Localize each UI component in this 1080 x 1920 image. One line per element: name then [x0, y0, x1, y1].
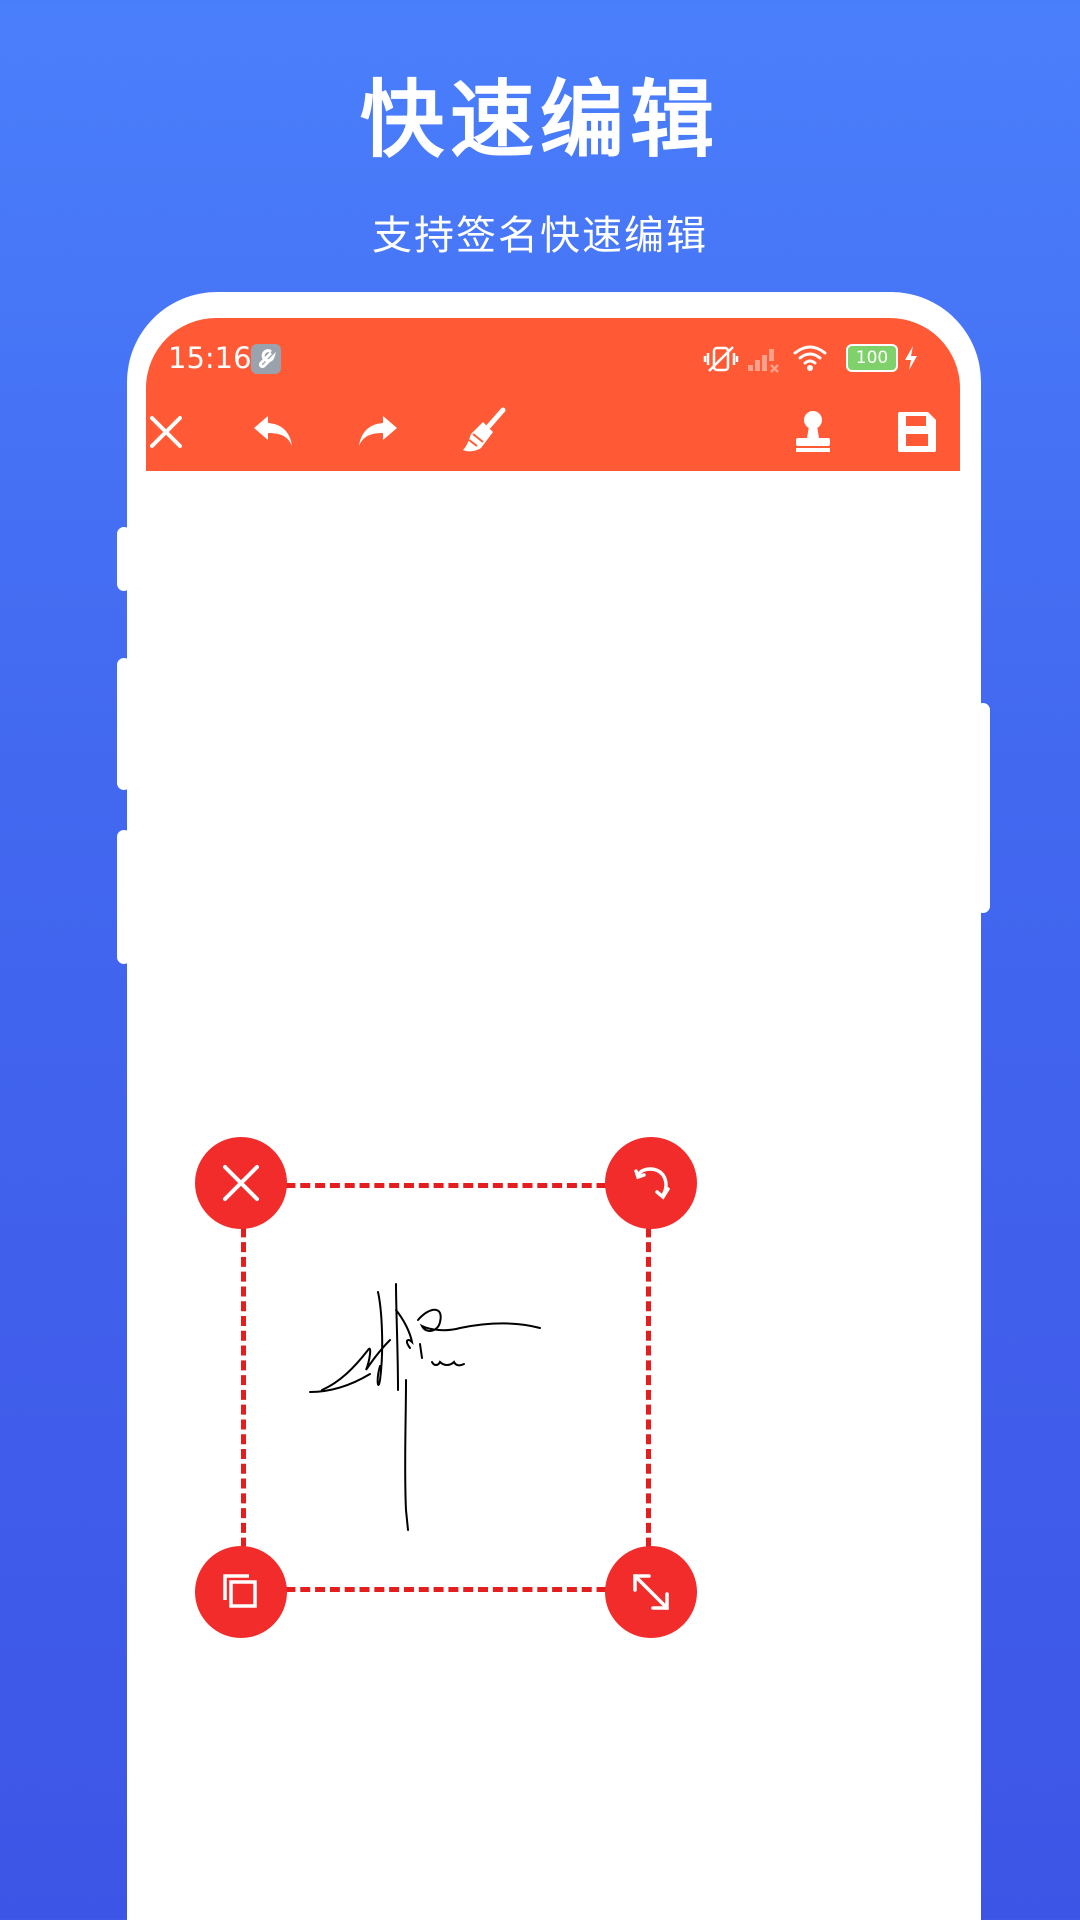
- app-toolbar: 15:16 100: [146, 318, 960, 471]
- copy-icon: [223, 1574, 257, 1608]
- stamp-icon[interactable]: [788, 406, 838, 456]
- phone-side-button: [976, 703, 990, 913]
- rotate-handle[interactable]: [605, 1137, 697, 1229]
- undo-icon[interactable]: [248, 406, 298, 456]
- redo-icon[interactable]: [353, 406, 403, 456]
- status-time: 15:16: [168, 341, 252, 375]
- battery-icon: 100: [846, 344, 898, 372]
- page-title: 快速编辑: [359, 71, 720, 169]
- delete-icon: [223, 1165, 259, 1201]
- phone-side-button: [117, 658, 131, 790]
- vibrate-off-icon: [703, 346, 739, 372]
- rotate-icon: [634, 1167, 670, 1200]
- save-icon[interactable]: [892, 406, 942, 456]
- charging-icon: [905, 346, 917, 370]
- signal-icon: [748, 349, 779, 373]
- wrench-icon: [251, 344, 281, 374]
- phone-side-button: [117, 830, 131, 964]
- selection-frame[interactable]: [241, 1183, 651, 1592]
- phone-side-button: [117, 527, 131, 591]
- broom-icon[interactable]: [459, 406, 509, 456]
- page-subtitle: 支持签名快速编辑: [372, 213, 708, 259]
- wifi-icon: [793, 345, 827, 371]
- resize-handle[interactable]: [605, 1546, 697, 1638]
- resize-icon: [633, 1574, 669, 1610]
- app-screen: 15:16 100: [146, 318, 960, 1920]
- copy-handle[interactable]: [195, 1546, 287, 1638]
- close-icon[interactable]: [146, 406, 196, 456]
- delete-handle[interactable]: [195, 1137, 287, 1229]
